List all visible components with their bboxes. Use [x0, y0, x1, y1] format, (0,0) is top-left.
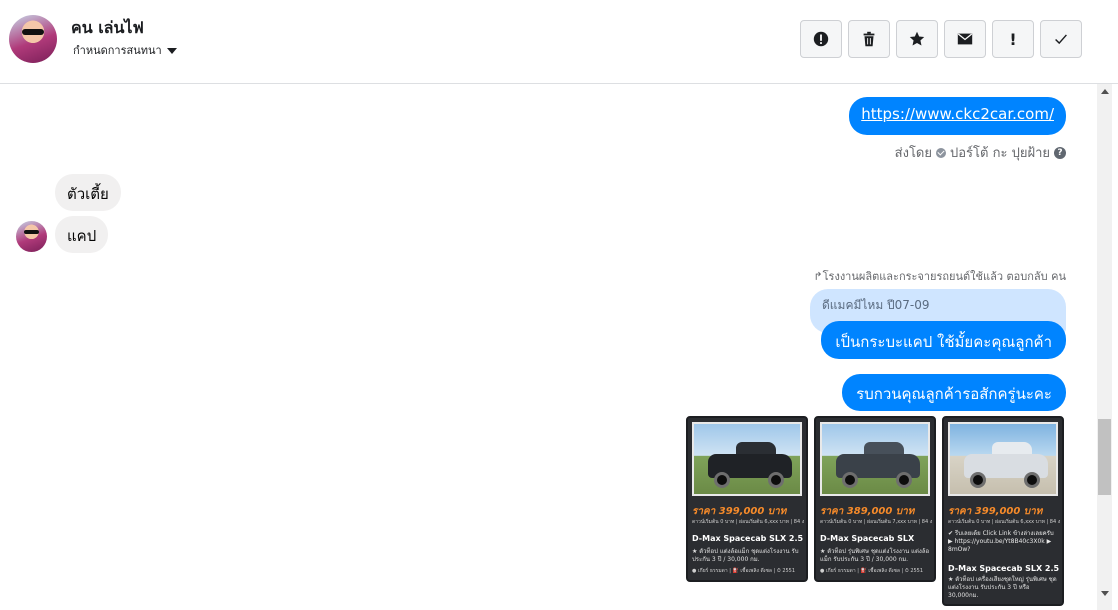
product-cards: ราคา 399,000 บาท ดาวน์เริ่มต้น 0 บาท | ผ… [686, 416, 1064, 606]
product-card[interactable]: ราคา 389,000 บาท ดาวน์เริ่มต้น 0 บาท | ผ… [814, 416, 936, 582]
card-meta: ดาวน์เริ่มต้น 0 บาท | ผ่อนเริ่มต้น 7,xxx… [820, 519, 932, 525]
alert-circle-icon [813, 31, 829, 47]
mail-icon [957, 33, 973, 45]
mark-unread-button[interactable] [944, 20, 986, 58]
card-price: ราคา 399,000 บาท [692, 506, 787, 517]
reply-arrow-icon: ↱ [813, 270, 823, 283]
delete-button[interactable] [848, 20, 890, 58]
car-photo [948, 422, 1058, 496]
scroll-thumb[interactable] [1098, 419, 1111, 495]
follow-up-button[interactable]: ! [992, 20, 1034, 58]
sender-avatar [16, 221, 47, 252]
card-footer: ● เกียร์ ธรรมดา | ⛽ เชื้อเพลิง ดีเซล | ⏱… [692, 568, 796, 574]
verified-icon [936, 147, 946, 158]
card-promo-text: ✔ รีบเลยเด้ย Click Link ข้างล่างเลยครับ … [948, 530, 1054, 553]
scroll-up-arrow-icon[interactable] [1101, 89, 1109, 94]
star-button[interactable] [896, 20, 938, 58]
card-footer: ● เกียร์ ธรรมดา | ⛽ เชื้อเพลิง ดีเซล | ⏱… [820, 568, 924, 574]
card-model: D-Max Spacecab SLX 2.5 [948, 564, 1060, 573]
card-price: ราคา 399,000 บาท [948, 506, 1043, 517]
sent-by-label: ส่งโดย [894, 146, 932, 161]
conversation-toolbar: ! [800, 20, 1082, 58]
check-icon [1055, 34, 1067, 45]
card-description: ★ ตัวท็อป เครื่องเสียงชุดใหญ่ รุ่นพิเศษ … [948, 576, 1057, 599]
product-card[interactable]: ราคา 399,000 บาท ดาวน์เริ่มต้น 0 บาท | ผ… [686, 416, 808, 582]
card-meta: ดาวน์เริ่มต้น 0 บาท | ผ่อนเริ่มต้น 6,xxx… [948, 519, 1060, 525]
product-card[interactable]: ราคา 399,000 บาท ดาวน์เริ่มต้น 0 บาท | ผ… [942, 416, 1064, 606]
exclamation-icon: ! [1009, 29, 1017, 49]
website-link[interactable]: https://www.ckc2car.com/ [861, 105, 1054, 123]
card-meta: ดาวน์เริ่มต้น 0 บาท | ผ่อนเริ่มต้น 6,xxx… [692, 519, 804, 525]
reply-note-text: โรงงานผลิตและกระจายรถยนต์ใช้แล้ว ตอบกลับ… [822, 270, 1066, 283]
contact-name[interactable]: คน เล่นไฟ [71, 16, 144, 41]
card-price: ราคา 389,000 บาท [820, 506, 915, 517]
mark-spam-button[interactable] [800, 20, 842, 58]
contact-avatar[interactable] [9, 15, 57, 63]
trash-icon [863, 31, 875, 47]
scroll-down-arrow-icon[interactable] [1101, 591, 1109, 596]
sent-by-info: ส่งโดย ปอร์โต้ กะ ปุยฝ้าย ? [895, 142, 1066, 163]
sent-by-name: ปอร์โต้ กะ ปุยฝ้าย [950, 146, 1050, 161]
caret-down-icon [166, 47, 177, 54]
car-photo [820, 422, 930, 496]
card-description: ★ ตัวท็อป แต่งล้อแม็ก ชุดแต่งโรงงาน รับป… [692, 548, 799, 563]
star-icon [909, 31, 925, 46]
reply-note: ↱โรงงานผลิตและกระจายรถยนต์ใช้แล้ว ตอบกลั… [813, 267, 1066, 285]
card-model: D-Max Spacecab SLX 2.5 [692, 534, 804, 543]
outgoing-message[interactable]: รบกวนคุณลูกค้ารอสักครู่นะคะ [842, 374, 1066, 411]
mark-done-button[interactable] [1040, 20, 1082, 58]
help-icon[interactable]: ? [1054, 146, 1066, 159]
incoming-message[interactable]: ตัวเตี้ย [55, 174, 121, 211]
scrollbar[interactable] [1097, 84, 1112, 610]
schedule-label: กำหนดการสนทนา [73, 44, 162, 57]
conversation-header: คน เล่นไฟ กำหนดการสนทนา ! [0, 0, 1118, 84]
schedule-conversation-dropdown[interactable]: กำหนดการสนทนา [73, 41, 177, 59]
car-photo [692, 422, 802, 496]
card-model: D-Max Spacecab SLX [820, 534, 915, 543]
incoming-message[interactable]: แคป [55, 216, 109, 253]
outgoing-message[interactable]: เป็นกระบะแคป ใช้มั้ยคะคุณลูกค้า [821, 321, 1066, 359]
message-link[interactable]: https://www.ckc2car.com/ [849, 97, 1066, 135]
card-description: ★ ตัวท็อป รุ่นพิเศษ ชุดแต่งโรงงาน แต่งล้… [820, 548, 930, 563]
